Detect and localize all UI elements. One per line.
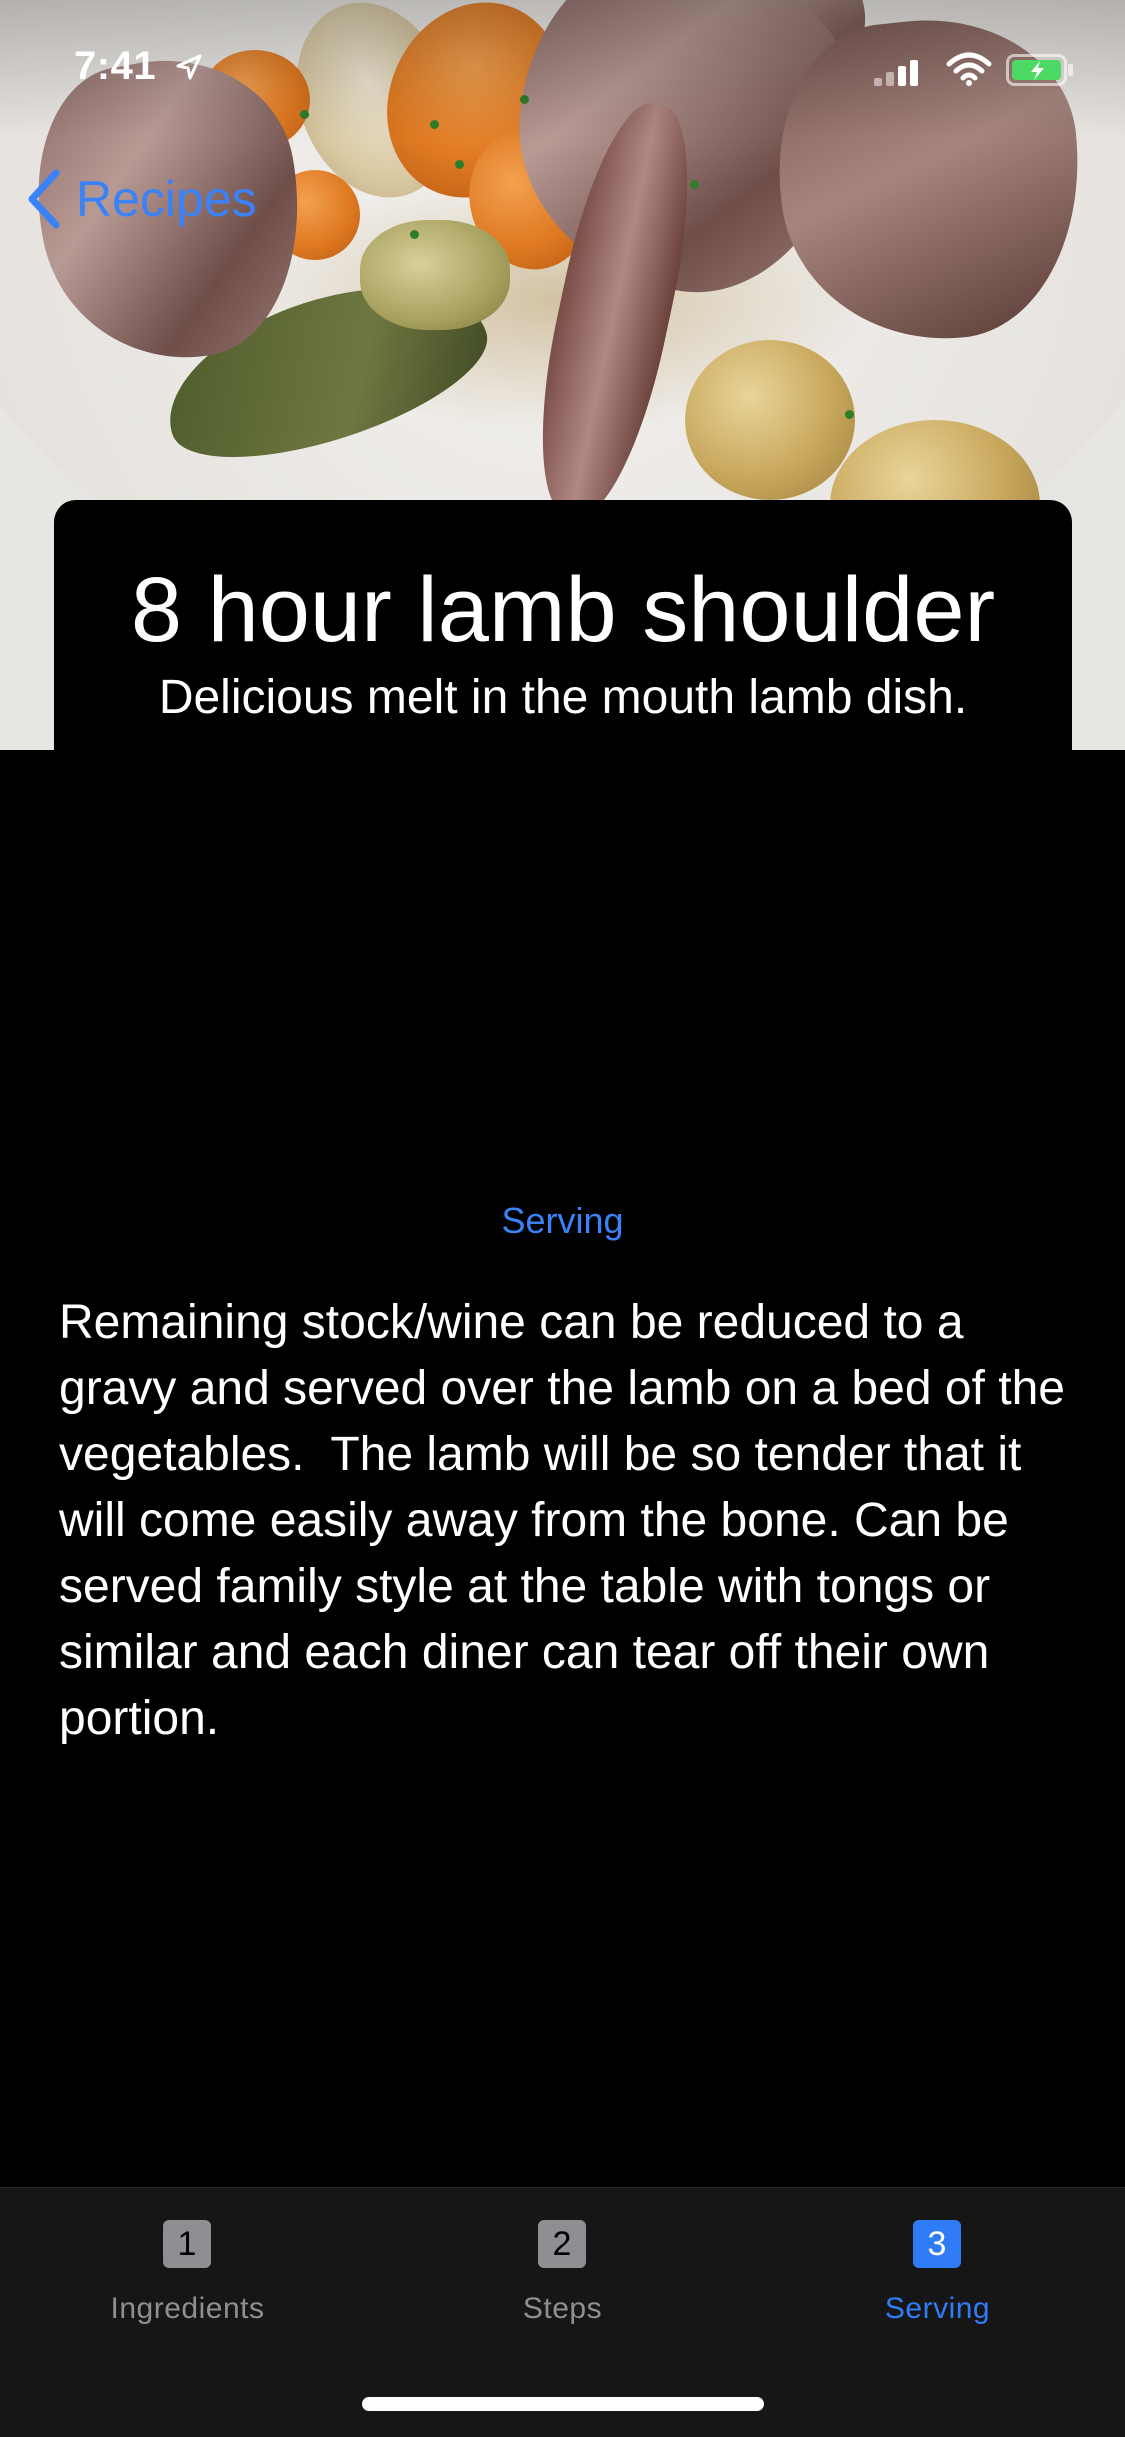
- chevron-left-icon: [28, 169, 60, 229]
- signal-icon: [874, 60, 918, 86]
- section-heading: Serving: [501, 1200, 624, 1241]
- celery: [360, 220, 510, 330]
- herb: [845, 410, 854, 419]
- tab-label: Steps: [522, 2292, 603, 2325]
- potato: [685, 340, 855, 500]
- herb: [690, 180, 699, 189]
- back-button[interactable]: Recipes: [24, 164, 257, 234]
- status-bar: 7:41: [0, 0, 1125, 132]
- tab-serving[interactable]: 3 Serving: [750, 2188, 1125, 2358]
- tab-steps[interactable]: 2 Steps: [375, 2188, 750, 2358]
- wifi-icon: [946, 52, 992, 86]
- tab-label: Serving: [884, 2292, 991, 2325]
- herb: [410, 230, 419, 239]
- herb: [455, 160, 464, 169]
- home-indicator[interactable]: [362, 2397, 764, 2411]
- number-3-icon: 3: [913, 2220, 961, 2268]
- number-2-icon: 2: [538, 2220, 586, 2268]
- recipe-subtitle: Delicious melt in the mouth lamb dish.: [158, 671, 968, 724]
- number-1-icon: 1: [163, 2220, 211, 2268]
- status-time: 7:41: [74, 44, 157, 88]
- recipe-title-card: 8 hour lamb shoulder Delicious melt in t…: [54, 500, 1072, 760]
- back-button-label: Recipes: [76, 171, 257, 227]
- battery-icon: [1006, 54, 1073, 86]
- recipe-title: 8 hour lamb shoulder: [130, 559, 996, 661]
- location-icon: [176, 54, 202, 80]
- section-body-text: Remaining stock/wine can be reduced to a…: [59, 1296, 1079, 1745]
- tab-label: Ingredients: [110, 2292, 265, 2325]
- tab-ingredients[interactable]: 1 Ingredients: [0, 2188, 375, 2358]
